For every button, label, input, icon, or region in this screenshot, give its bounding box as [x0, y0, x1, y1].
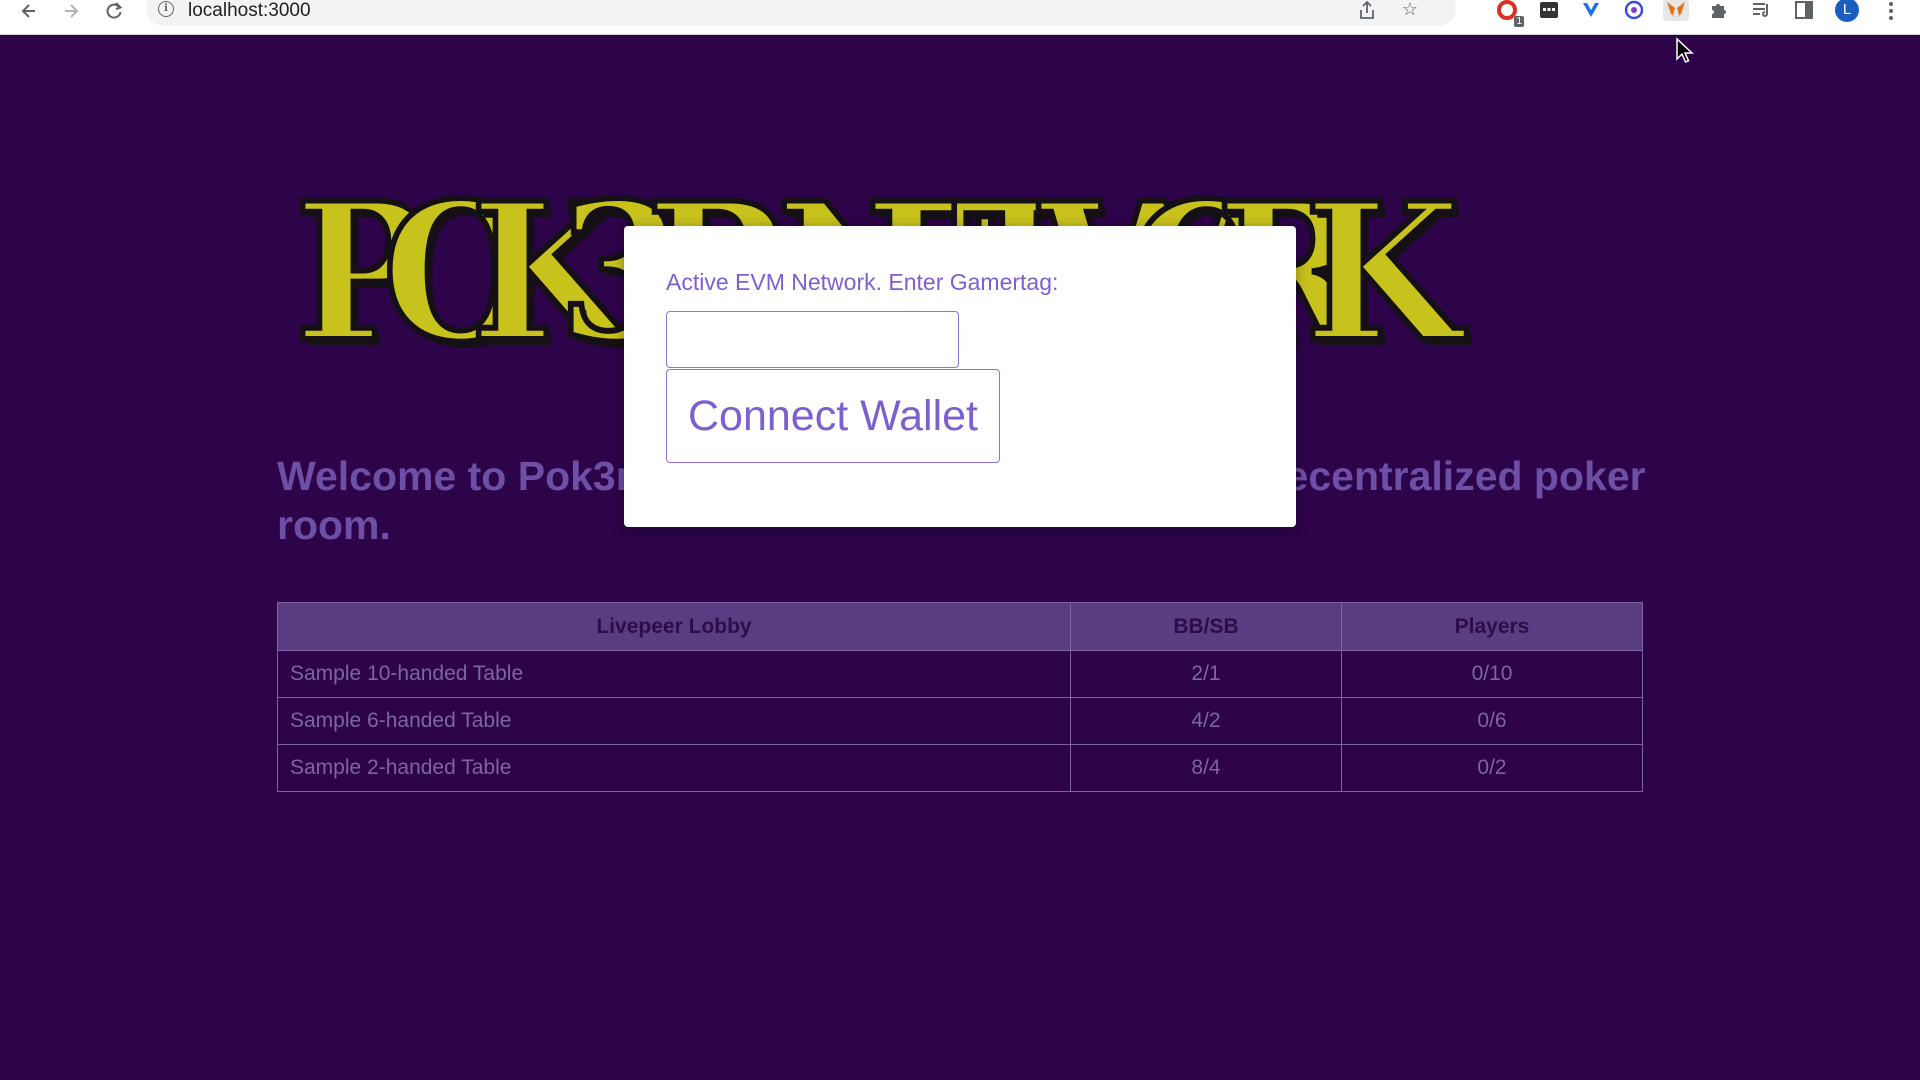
url-text[interactable]: localhost:3000 [188, 1, 311, 20]
table-name[interactable]: Sample 6-handed Table [277, 697, 1071, 745]
table-row[interactable]: Sample 6-handed Table 4/2 0/6 [277, 697, 1643, 745]
coin-icon[interactable] [1621, 0, 1647, 21]
extension-badge: 1 [1514, 16, 1524, 27]
players-column-header: Players [1341, 602, 1643, 651]
reload-icon[interactable] [97, 0, 131, 22]
table-blinds: 2/1 [1070, 650, 1342, 698]
puzzle-icon[interactable] [1706, 0, 1732, 21]
address-bar[interactable]: i localhost:3000 ☆ [146, 0, 1456, 26]
table-name[interactable]: Sample 2-handed Table [277, 744, 1071, 792]
lobby-column-header: Livepeer Lobby [277, 602, 1071, 651]
browser-toolbar: i localhost:3000 ☆ 1 L [0, 0, 1920, 35]
table-players: 0/10 [1341, 650, 1643, 698]
site-info-icon[interactable]: i [158, 1, 174, 17]
table-row[interactable]: Sample 10-handed Table 2/1 0/10 [277, 650, 1643, 698]
connect-wallet-button[interactable]: Connect Wallet [666, 369, 1000, 463]
lobby-header-row: Livepeer Lobby BB/SB Players [277, 602, 1643, 651]
share-icon[interactable] [1358, 0, 1376, 23]
profile-avatar[interactable]: L [1834, 0, 1860, 22]
reading-list-icon[interactable] [1748, 0, 1774, 21]
logo-letter: K [1301, 161, 1464, 384]
table-players: 0/2 [1341, 744, 1643, 792]
blinds-column-header: BB/SB [1070, 602, 1342, 651]
logo-letter: O [379, 161, 542, 384]
side-panel-icon[interactable] [1791, 0, 1817, 21]
mouse-cursor-icon [1676, 37, 1694, 63]
forward-icon[interactable] [54, 0, 88, 22]
gamertag-input[interactable] [666, 311, 959, 368]
logo-letter: P [291, 161, 432, 384]
table-name[interactable]: Sample 10-handed Table [277, 650, 1071, 698]
gamertag-prompt: Active EVM Network. Enter Gamertag: [666, 269, 1059, 295]
browser-menu-icon[interactable] [1874, 0, 1908, 22]
page-content: POK3RNETWORK Welcome to Pok3r Network, a… [0, 35, 1920, 1080]
table-blinds: 4/2 [1070, 697, 1342, 745]
adblock-icon[interactable]: 1 [1494, 0, 1524, 27]
lobby-table: Livepeer Lobby BB/SB Players Sample 10-h… [277, 602, 1643, 792]
table-row[interactable]: Sample 2-handed Table 8/4 0/2 [277, 744, 1643, 792]
profile-initial: L [1842, 1, 1852, 18]
gamertag-modal: Active EVM Network. Enter Gamertag: Conn… [624, 226, 1296, 527]
table-players: 0/6 [1341, 697, 1643, 745]
bookmark-star-icon[interactable]: ☆ [1402, 0, 1418, 18]
back-icon[interactable] [12, 0, 46, 22]
dashlane-icon[interactable] [1536, 0, 1562, 21]
vue-devtools-icon[interactable] [1578, 0, 1604, 21]
logo-letter: K [467, 161, 630, 384]
table-blinds: 8/4 [1070, 744, 1342, 792]
metamask-icon[interactable] [1663, 0, 1689, 21]
